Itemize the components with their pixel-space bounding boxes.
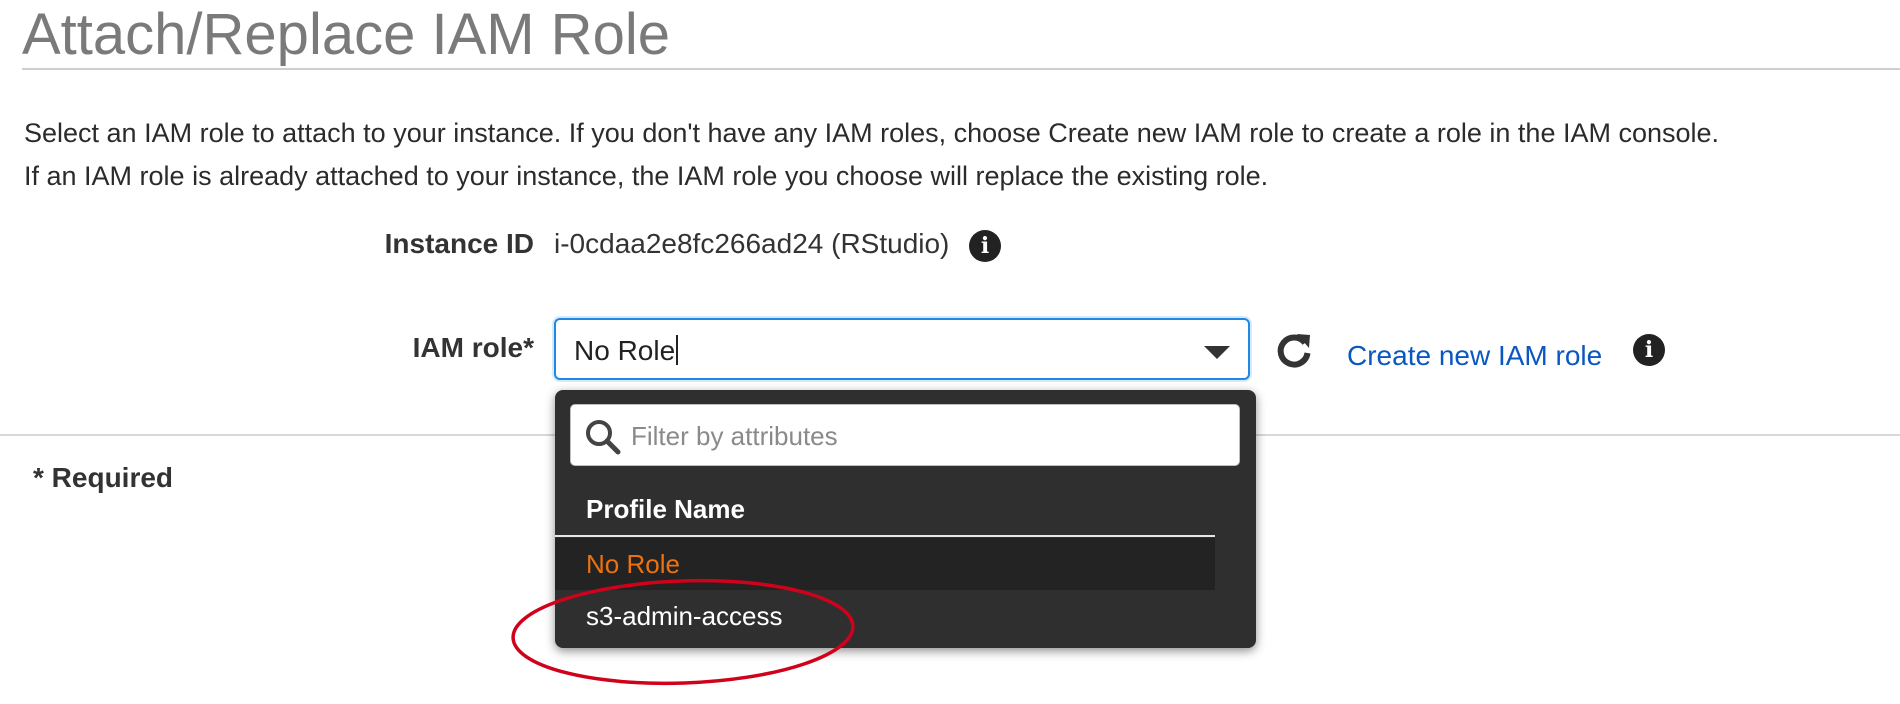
iam-role-select-value: No Role <box>574 335 679 367</box>
iam-role-value-text: No Role <box>574 335 676 366</box>
iam-role-select[interactable]: No Role <box>554 318 1250 380</box>
filter-input[interactable] <box>629 415 1223 457</box>
column-header-divider <box>555 535 1215 537</box>
chevron-down-icon[interactable] <box>1204 346 1230 359</box>
refresh-icon[interactable] <box>1274 331 1314 371</box>
create-new-iam-role-link[interactable]: Create new IAM role <box>1347 340 1602 372</box>
iam-role-dropdown-menu: Profile Name No Role s3-admin-access <box>555 390 1256 648</box>
instance-id-label: Instance ID <box>384 228 534 259</box>
iam-role-label: IAM role* <box>412 332 534 363</box>
page-title: Attach/Replace IAM Role <box>22 2 670 67</box>
attach-replace-iam-role-page: Attach/Replace IAM Role Select an IAM ro… <box>0 0 1900 704</box>
text-cursor <box>676 335 679 365</box>
description-line-2: If an IAM role is already attached to yo… <box>24 161 1269 191</box>
role-option-s3-admin-access[interactable]: s3-admin-access <box>555 590 1215 642</box>
title-divider <box>22 68 1900 70</box>
search-icon <box>586 420 621 455</box>
required-note: * Required <box>33 462 174 493</box>
description-line-1: Select an IAM role to attach to your ins… <box>24 118 1720 148</box>
role-option-no-role[interactable]: No Role <box>555 538 1215 590</box>
profile-name-column-header: Profile Name <box>586 494 745 524</box>
info-icon[interactable]: i <box>1633 334 1665 366</box>
info-icon[interactable]: i <box>969 230 1001 262</box>
filter-field[interactable] <box>570 404 1240 466</box>
page-description: Select an IAM role to attach to your ins… <box>24 112 1884 198</box>
instance-id-value: i-0cdaa2e8fc266ad24 (RStudio) <box>554 228 950 259</box>
